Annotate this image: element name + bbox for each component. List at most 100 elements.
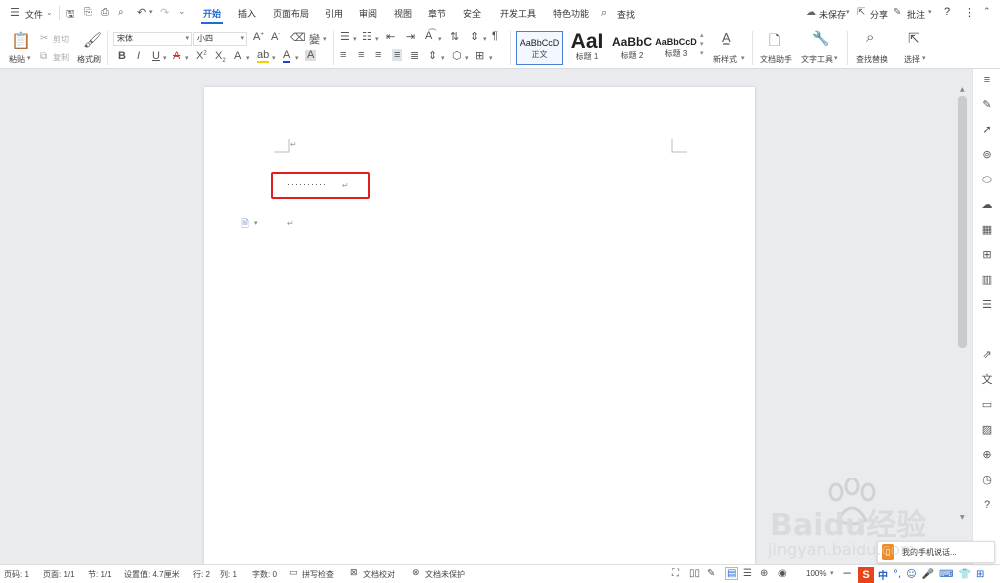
chevron-down-icon[interactable]: ▾ bbox=[830, 569, 834, 577]
share-button[interactable]: 分享 bbox=[870, 8, 888, 21]
settings-sliders-icon[interactable]: ☰ bbox=[980, 298, 994, 312]
text-direction-icon[interactable]: A͡ bbox=[425, 30, 432, 42]
clear-format-icon[interactable]: ⌫ bbox=[290, 31, 306, 44]
outline-view-icon[interactable]: ☰ bbox=[743, 568, 752, 579]
text-effect-icon[interactable]: A bbox=[234, 50, 241, 62]
row-indicator[interactable]: 行: 2 bbox=[193, 569, 210, 580]
file-menu[interactable]: 文件 bbox=[25, 8, 43, 21]
customize-toolbar-icon[interactable]: ⌄ bbox=[178, 7, 186, 17]
tab-review[interactable]: 审阅 bbox=[359, 7, 377, 20]
find-replace-button[interactable]: 查找替换 bbox=[856, 54, 888, 65]
comment-icon[interactable]: ✎ bbox=[893, 7, 901, 18]
chevron-down-icon[interactable]: ▾ bbox=[353, 35, 357, 43]
style-heading-2[interactable]: AaBbC 标题 2 bbox=[609, 31, 655, 65]
subscript-icon[interactable]: X2 bbox=[215, 50, 226, 64]
border-icon[interactable]: ⊞ bbox=[475, 49, 484, 62]
tab-view[interactable]: 视图 bbox=[394, 7, 412, 20]
ime-mode[interactable]: 中 bbox=[878, 567, 888, 582]
cut-icon[interactable]: ✂ bbox=[40, 33, 48, 44]
doc-proof-icon[interactable]: ⊠ bbox=[350, 568, 358, 578]
location-icon[interactable]: ⊚ bbox=[980, 148, 994, 162]
distributed-align-icon[interactable]: ≣ bbox=[410, 49, 419, 62]
chevron-down-icon[interactable]: ▾ bbox=[163, 54, 167, 62]
skin-icon[interactable]: 👕 bbox=[959, 569, 971, 580]
shading-icon[interactable]: ⬡ bbox=[452, 49, 462, 62]
strikethrough-icon[interactable]: A bbox=[173, 50, 180, 62]
search-icon[interactable]: ⌕ bbox=[601, 6, 607, 20]
zoom-out-icon[interactable]: − bbox=[842, 566, 852, 580]
phonetic-guide-icon[interactable]: 變 bbox=[309, 31, 320, 47]
cloud-sync-icon[interactable]: ☁ bbox=[980, 198, 994, 212]
chevron-down-icon[interactable]: ▾ bbox=[246, 54, 250, 62]
format-painter-button[interactable]: 格式刷 bbox=[77, 54, 101, 65]
spell-check-icon[interactable]: ▭ bbox=[289, 568, 298, 578]
font-color-icon[interactable]: A bbox=[283, 50, 291, 63]
new-style-icon[interactable]: A͇ bbox=[722, 30, 731, 45]
chevron-down-icon[interactable]: ▾ bbox=[272, 54, 276, 62]
help-icon[interactable]: ? bbox=[980, 498, 994, 512]
tab-insert[interactable]: 插入 bbox=[238, 7, 256, 20]
translate-icon[interactable]: 文 bbox=[980, 373, 994, 387]
tab-developer-tools[interactable]: 开发工具 bbox=[500, 7, 536, 20]
undo-icon[interactable]: ↶ bbox=[137, 6, 146, 19]
redo-icon[interactable]: ↷ bbox=[160, 6, 169, 19]
setting-value[interactable]: 设置值: 4.7厘米 bbox=[124, 569, 180, 580]
archive-icon[interactable]: ▭ bbox=[980, 398, 994, 412]
collapse-sidebar-icon[interactable]: ≡ bbox=[980, 73, 994, 87]
chevron-down-icon[interactable]: ▾ bbox=[375, 35, 379, 43]
scroll-up-icon[interactable]: ▲ bbox=[960, 86, 965, 93]
chevron-down-icon[interactable]: ▾ bbox=[483, 35, 487, 43]
apps-icon[interactable]: ⊞ bbox=[980, 248, 994, 262]
tab-references[interactable]: 引用 bbox=[325, 7, 343, 20]
page-number[interactable]: 页码: 1 bbox=[4, 569, 29, 580]
paragraph-layout-icon[interactable]: 🗎 bbox=[241, 217, 249, 234]
chevron-up-icon[interactable]: ⌃ bbox=[983, 7, 991, 17]
save-icon[interactable]: 🖫 bbox=[66, 7, 75, 24]
italic-icon[interactable]: I bbox=[137, 50, 140, 62]
shapes-icon[interactable]: ⬭ bbox=[980, 173, 994, 187]
tab-security[interactable]: 安全 bbox=[463, 7, 481, 20]
read-mode-icon[interactable]: ▯▯ bbox=[689, 568, 700, 579]
paste-button[interactable]: 粘贴 bbox=[9, 54, 25, 65]
font-name-select[interactable]: 宋体 ▾ bbox=[113, 32, 192, 46]
chart-icon[interactable]: ▥ bbox=[980, 273, 994, 287]
character-shading-icon[interactable]: A bbox=[305, 50, 317, 61]
search-label[interactable]: 查找 bbox=[617, 8, 635, 21]
punctuation-icon[interactable]: °, bbox=[893, 569, 901, 580]
print-preview-icon[interactable]: ⌕ bbox=[118, 7, 124, 18]
superscript-icon[interactable]: X2 bbox=[196, 50, 207, 62]
phone-speech-toast[interactable]: ▯ 我的手机说话... bbox=[877, 541, 995, 563]
chevron-down-icon[interactable]: ▾ bbox=[465, 54, 469, 62]
scroll-down-icon[interactable]: ▼ bbox=[960, 514, 965, 521]
select-button[interactable]: 选择 bbox=[904, 54, 920, 65]
show-marks-icon[interactable]: ¶ bbox=[492, 30, 498, 42]
highlight-icon[interactable]: ab bbox=[257, 50, 270, 63]
paste-icon[interactable]: 📋 bbox=[11, 31, 31, 50]
column-indicator[interactable]: 列: 1 bbox=[220, 569, 237, 580]
chevron-down-icon[interactable]: ▾ bbox=[489, 54, 493, 62]
decrease-font-icon[interactable]: A- bbox=[271, 31, 280, 43]
keyboard-icon[interactable]: ⌨ bbox=[939, 569, 953, 580]
tab-section[interactable]: 章节 bbox=[428, 7, 446, 20]
cloud-icon[interactable]: ☁ bbox=[806, 7, 816, 18]
chevron-down-icon[interactable]: ▾ bbox=[922, 54, 926, 62]
chevron-down-icon[interactable]: ▾ bbox=[741, 54, 745, 62]
line-spacing-icon[interactable]: ⇕ bbox=[428, 49, 437, 62]
tab-home[interactable]: 开始 bbox=[203, 7, 221, 20]
increase-font-icon[interactable]: A+ bbox=[253, 31, 264, 43]
doc-assistant-icon[interactable]: 🗋 bbox=[769, 30, 780, 54]
save-cloud-icon[interactable]: ⎘ bbox=[84, 7, 92, 18]
bullet-list-icon[interactable]: ☰ bbox=[340, 30, 350, 43]
style-normal[interactable]: AaBbCcD 正文 bbox=[516, 31, 563, 65]
tab-page-layout[interactable]: 页面布局 bbox=[273, 7, 309, 20]
chevron-down-icon[interactable]: ▾ bbox=[295, 54, 299, 62]
chevron-down-icon[interactable]: ⌄ bbox=[46, 8, 53, 17]
chevron-down-icon[interactable]: ▾ bbox=[185, 54, 189, 62]
eye-protection-icon[interactable]: ◉ bbox=[778, 568, 787, 579]
new-style-button[interactable]: 新样式 bbox=[713, 54, 737, 65]
chevron-down-icon[interactable]: ▾ bbox=[27, 54, 31, 62]
image-icon[interactable]: ▨ bbox=[980, 423, 994, 437]
shield-icon[interactable]: ⊗ bbox=[412, 568, 420, 578]
word-count[interactable]: 字数: 0 bbox=[252, 569, 277, 580]
style-heading-1[interactable]: AaI 标题 1 bbox=[564, 31, 610, 65]
